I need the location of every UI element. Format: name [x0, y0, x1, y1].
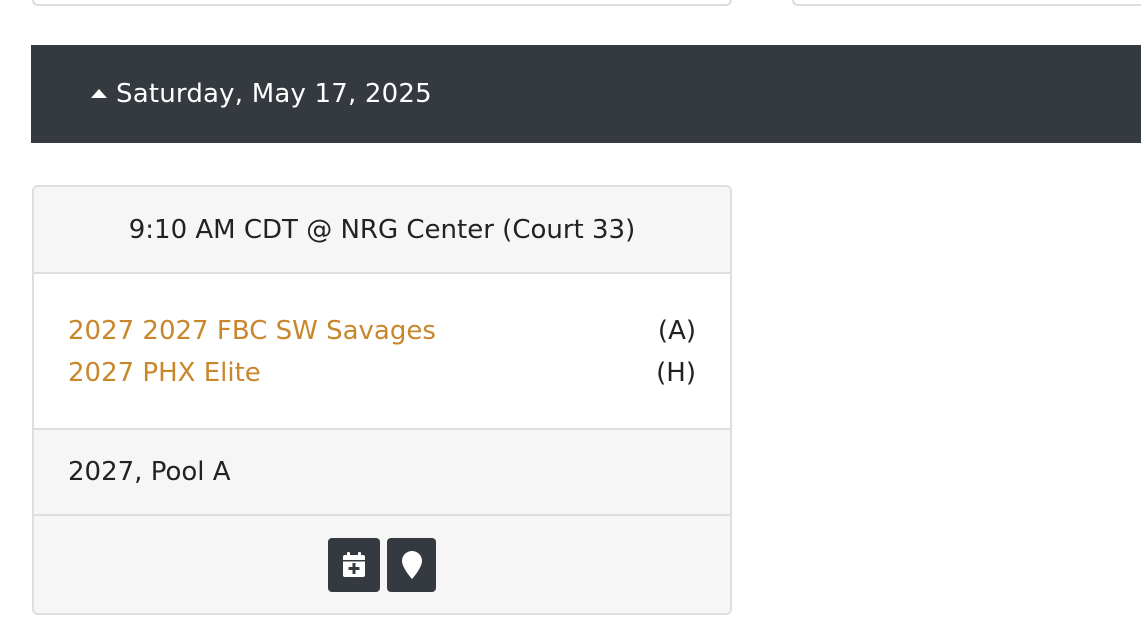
game-card: 9:10 AM CDT @ NRG Center (Court 33) 2027…: [32, 185, 732, 615]
previous-card-edge-right: [792, 0, 1141, 6]
day-section-header[interactable]: Saturday, May 17, 2025: [31, 45, 1141, 143]
team-row: 2027 2027 FBC SW Savages (A): [68, 316, 696, 346]
map-location-button[interactable]: [387, 537, 436, 592]
game-actions: [34, 516, 730, 613]
team-row: 2027 PHX Elite (H): [68, 358, 696, 388]
map-marker-icon: [401, 550, 422, 579]
team-role-away: (A): [657, 316, 696, 346]
add-to-calendar-button[interactable]: [328, 537, 380, 592]
team-link-home[interactable]: 2027 PHX Elite: [68, 358, 261, 388]
caret-up-icon: [91, 88, 107, 98]
teams-section: 2027 2027 FBC SW Savages (A) 2027 PHX El…: [34, 274, 730, 430]
day-title: Saturday, May 17, 2025: [116, 79, 432, 109]
previous-card-edge: [32, 0, 732, 6]
pool-label: 2027, Pool A: [34, 430, 730, 516]
team-role-home: (H): [656, 358, 696, 388]
game-time-location: 9:10 AM CDT @ NRG Center (Court 33): [34, 187, 730, 274]
team-link-away[interactable]: 2027 2027 FBC SW Savages: [68, 316, 436, 346]
calendar-plus-icon: [343, 551, 365, 577]
